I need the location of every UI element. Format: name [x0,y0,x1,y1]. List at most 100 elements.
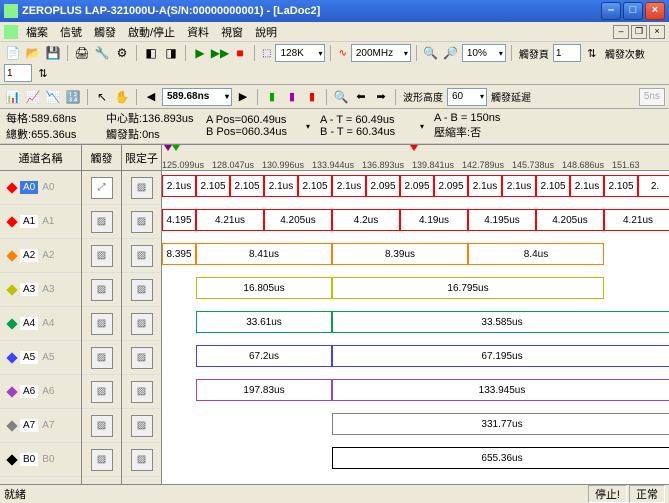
trigger-cell-A6[interactable]: ▨ [91,381,113,403]
wave-height-combo[interactable]: 60 [447,88,487,106]
nav-b-icon[interactable]: 📈 [24,88,42,106]
ruler-tick: 133.944us [312,160,354,170]
memory-combo[interactable]: 128K [275,44,325,62]
channel-row-A3[interactable]: A3 A3 [0,273,81,307]
run-repeat-icon[interactable]: ▶▶ [211,44,229,62]
menu-window[interactable]: 視窗 [215,22,249,42]
channel-row-A0[interactable]: A0 A0 [0,171,81,205]
qualifier-cell-B0[interactable]: ▨ [131,449,153,471]
maximize-button[interactable]: □ [623,2,643,20]
hand-icon[interactable]: ✋ [113,88,131,106]
qualifier-cell-A1[interactable]: ▨ [131,211,153,233]
nav-c-icon[interactable]: 📉 [44,88,62,106]
ruler-tick: 139.841us [412,160,454,170]
marker-flag-a[interactable] [172,145,180,151]
marker-a-icon[interactable]: ▮ [263,88,281,106]
trigger-cell-A3[interactable]: ▨ [91,279,113,301]
channel-sublabel: B0 [42,454,54,465]
channel-sublabel: A2 [42,250,54,261]
menu-signal[interactable]: 信號 [54,22,88,42]
wave-row-A7: 331.77us [162,409,669,443]
prev-icon[interactable]: ◀ [142,88,160,106]
search-icon[interactable]: 🔍 [332,88,350,106]
toolbar-1: 📄 📂 💾 🖨 🔧 ⚙ ◧ ◨ ▶ ▶▶ ■ ⬚ 128K ∿ 200MHz 🔍… [0,42,669,85]
zoom-out-icon[interactable]: 🔍 [422,44,440,62]
menu-data[interactable]: 資料 [181,22,215,42]
qualifier-cell-A2[interactable]: ▨ [131,245,153,267]
trigger-cell-A2[interactable]: ▨ [91,245,113,267]
wave-row-A3: 16.805us16.795us [162,273,669,307]
trig-count-input[interactable] [4,64,32,82]
time-ruler[interactable]: 125.099us128.047us130.996us133.944us136.… [162,145,669,171]
mdi-restore[interactable]: ❐ [631,25,647,39]
spin-icon[interactable]: ⇅ [583,44,601,62]
next-icon[interactable]: ▶ [234,88,252,106]
trigger-cell-A7[interactable]: ▨ [91,415,113,437]
tool-icon-1[interactable]: 🔧 [93,44,111,62]
minimize-button[interactable]: – [601,2,621,20]
channel-row-B0[interactable]: B0 B0 [0,443,81,477]
channel-row-A7[interactable]: A7 A7 [0,409,81,443]
tool-icon-3[interactable]: ◧ [142,44,160,62]
channel-row-A6[interactable]: A6 A6 [0,375,81,409]
wave-segment: 16.805us [196,277,332,299]
trig-delay-label: 觸發延遲 [489,89,533,104]
trig-page-input[interactable] [553,44,581,62]
qualifier-cell-A4[interactable]: ▨ [131,313,153,335]
find-prev-icon[interactable]: ⬅ [352,88,370,106]
menu-help[interactable]: 說明 [249,22,283,42]
wave-segment: 2.1us [162,175,196,197]
ruler-tick: 128.047us [212,160,254,170]
mdi-minimize[interactable]: – [613,25,629,39]
wave-area[interactable]: 2.1us2.1052.1052.1us2.1052.1us2.0952.095… [162,171,669,484]
qualifier-cell-A7[interactable]: ▨ [131,415,153,437]
marker-b-icon[interactable]: ▮ [283,88,301,106]
marker-t-icon[interactable]: ▮ [303,88,321,106]
stop-icon[interactable]: ■ [231,44,249,62]
tool-icon-4[interactable]: ◨ [162,44,180,62]
qualifier-cell-A3[interactable]: ▨ [131,279,153,301]
marker-flag-b[interactable] [164,145,172,151]
wave-segment: 67.2us [196,345,332,367]
menu-file[interactable]: 檔案 [20,22,54,42]
qualifier-cell-A6[interactable]: ▨ [131,381,153,403]
nav-d-icon[interactable]: 🔢 [64,88,82,106]
wave-segment: 331.77us [332,413,669,435]
menu-trigger[interactable]: 觸發 [88,22,122,42]
qualifier-cell-A0[interactable]: ▨ [131,177,153,199]
trigger-cell-A1[interactable]: ▨ [91,211,113,233]
wave-segment: 8.41us [196,243,332,265]
channel-row-A5[interactable]: A5 A5 [0,341,81,375]
mdi-close[interactable]: × [649,25,665,39]
cursor-icon[interactable]: ↖ [93,88,111,106]
trigger-cell-A5[interactable]: ▨ [91,347,113,369]
menubar: 檔案 信號 觸發 啟動/停止 資料 視窗 說明 – ❐ × [0,22,669,42]
channel-row-A1[interactable]: A1 A1 [0,205,81,239]
delta-info: A - T = 60.49us B - T = 60.34us [320,114,410,138]
close-button[interactable]: × [645,2,665,20]
open-icon[interactable]: 📂 [24,44,42,62]
spin2-icon[interactable]: ⇅ [34,64,52,82]
tool-icon-2[interactable]: ⚙ [113,44,131,62]
trigger-cell-A0[interactable]: ⤢ [91,177,113,199]
channel-row-A4[interactable]: A4 A4 [0,307,81,341]
find-next-icon[interactable]: ➡ [372,88,390,106]
trigger-flag[interactable] [410,145,418,151]
new-icon[interactable]: 📄 [4,44,22,62]
print-icon[interactable]: 🖨 [73,44,91,62]
trigger-cell-A4[interactable]: ▨ [91,313,113,335]
center-pos-combo[interactable]: 589.68ns [162,88,232,106]
trigger-cell-B0[interactable]: ▨ [91,449,113,471]
freq-combo[interactable]: 200MHz [351,44,411,62]
wave-segment: 2.1us [468,175,502,197]
save-icon[interactable]: 💾 [44,44,62,62]
channel-row-A2[interactable]: A2 A2 [0,239,81,273]
zoom-in-icon[interactable]: 🔎 [442,44,460,62]
nav-a-icon[interactable]: 📊 [4,88,22,106]
run-icon[interactable]: ▶ [191,44,209,62]
qualifier-cell-A5[interactable]: ▨ [131,347,153,369]
wave-height-label: 波形高度 [401,89,445,104]
menu-run[interactable]: 啟動/停止 [122,22,181,42]
ns-button[interactable]: 5ns [639,88,665,106]
zoom-combo[interactable]: 10% [462,44,506,62]
